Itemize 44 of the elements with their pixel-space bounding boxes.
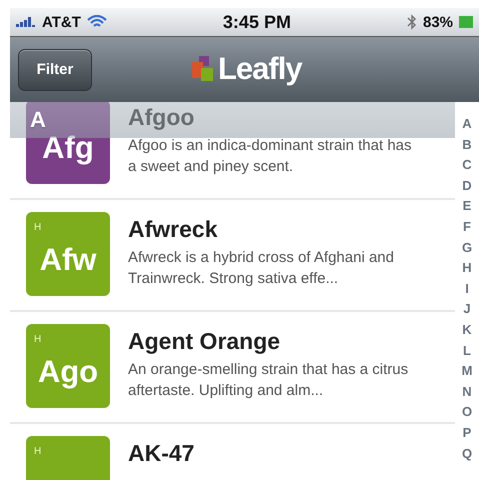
- strain-name: Afwreck: [128, 216, 218, 243]
- strain-name: Agent Orange: [128, 328, 282, 355]
- index-letter[interactable]: B: [462, 134, 472, 156]
- signal-icon: [16, 17, 36, 27]
- battery-icon: [459, 16, 474, 28]
- bluetooth-icon: [406, 14, 417, 30]
- strain-type: H: [34, 222, 42, 233]
- section-letter: A: [30, 107, 46, 133]
- index-letter[interactable]: A: [462, 114, 472, 135]
- index-letter[interactable]: I: [465, 278, 469, 300]
- strain-abbreviation: Afw: [40, 242, 96, 278]
- strain-type: H: [34, 446, 42, 457]
- strain-name: Afgoo: [128, 104, 196, 131]
- clock-time: 3:45 PM: [222, 12, 291, 32]
- index-letter[interactable]: M: [462, 361, 472, 382]
- strain-description: An orange-smelling strain that has a citrus aftertaste. Uplifting and alm...: [128, 360, 410, 401]
- index-letter[interactable]: C: [462, 155, 472, 176]
- index-letter[interactable]: P: [462, 422, 472, 444]
- index-letter[interactable]: L: [463, 340, 471, 362]
- index-letter[interactable]: O: [462, 402, 472, 423]
- logo-icon: [192, 56, 214, 82]
- strain-abbreviation: Ago: [38, 354, 98, 390]
- index-letter[interactable]: H: [462, 258, 472, 279]
- strain-row[interactable]: H Ago Agent Orange An orange-smelling strain that has a citrus aftertaste. Uplifting and alm...: [10, 312, 455, 424]
- index-letter[interactable]: G: [462, 238, 472, 258]
- index-letter[interactable]: N: [462, 382, 472, 402]
- strain-row[interactable]: H AK-47: [10, 424, 455, 480]
- logo-text: Leafly: [218, 51, 302, 87]
- index-letter[interactable]: Q: [462, 444, 472, 464]
- wifi-icon: [86, 15, 107, 29]
- strain-name: AK-47: [128, 440, 194, 467]
- strain-description: Afwreck is a hybrid cross of Afghani and Trainwreck. Strong sativa effe...: [128, 248, 395, 289]
- strain-abbreviation: Afg: [42, 130, 94, 166]
- index-letter[interactable]: K: [462, 320, 472, 341]
- carrier-name: AT&T: [42, 14, 81, 30]
- index-letter[interactable]: J: [463, 299, 471, 320]
- index-letter[interactable]: F: [463, 216, 471, 238]
- battery-percentage: 83%: [422, 14, 454, 30]
- strain-type: H: [34, 334, 42, 345]
- strain-row[interactable]: H Afw Afwreck Afwreck is a hybrid cross of Afghani and Trainwreck. Strong sativa effe...: [10, 200, 455, 312]
- index-letter[interactable]: D: [462, 176, 472, 196]
- filter-button[interactable]: Filter: [18, 48, 92, 90]
- strain-description: Afgoo is an indica-dominant strain that has a sweet and piney scent.: [128, 136, 412, 177]
- index-letter[interactable]: E: [462, 196, 472, 217]
